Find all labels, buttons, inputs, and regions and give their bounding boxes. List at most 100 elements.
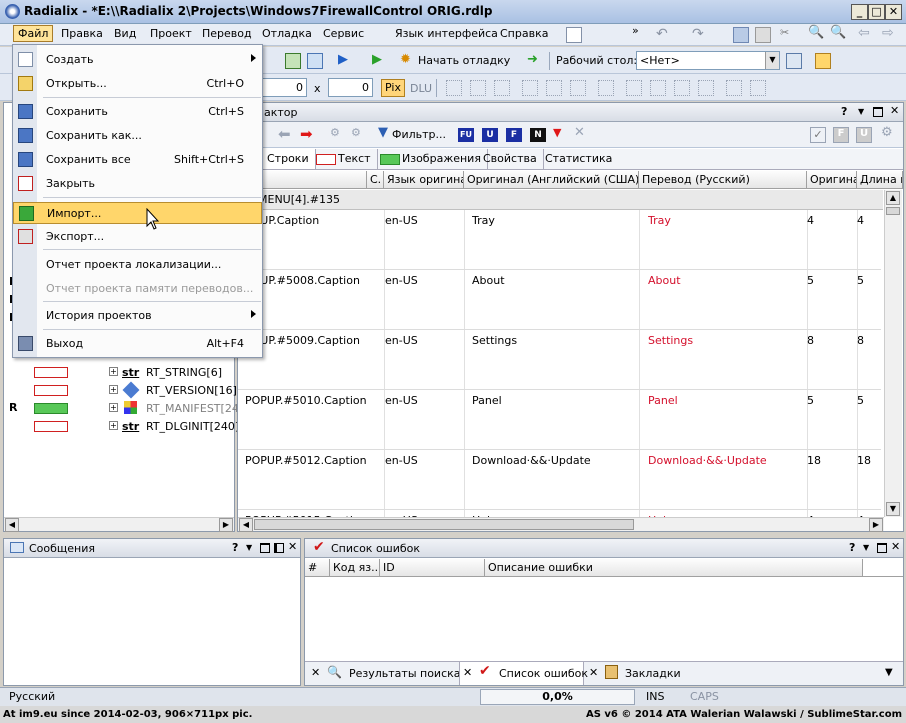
col-number[interactable]: # [305,559,330,576]
col-translation-length[interactable]: Длина п [857,171,903,188]
dlu-toggle[interactable]: DLU [410,82,432,95]
expand-icon[interactable]: + [109,385,118,394]
filter-u-icon[interactable]: U [482,128,498,142]
minimize-button[interactable]: _ [851,4,868,20]
tab-overflow-icon[interactable]: ▼ [885,667,893,678]
align-left-icon[interactable] [446,80,462,96]
settings-gear-icon[interactable]: ⚙ [881,125,893,140]
filter-icon[interactable]: ▼ [378,125,388,140]
scroll-down-icon[interactable]: ▼ [886,502,900,516]
tab-search-results[interactable]: Результаты поиска [349,667,461,680]
tab-error-list[interactable]: Список ошибок [499,667,588,680]
editor-hscrollbar[interactable]: ◀ ▶ [238,517,884,532]
undo-icon[interactable]: ↶ [656,26,668,42]
tab-images[interactable]: Изображения [396,149,488,169]
scroll-right-icon[interactable]: ▶ [869,518,883,532]
vertical-scrollbar[interactable]: ▲ ▼ [884,190,902,517]
menu-item-save[interactable]: Сохранить Ctrl+S [13,101,262,123]
close-button[interactable]: ✕ [885,4,902,20]
close-tab-icon[interactable]: ✕ [589,666,598,679]
table-row[interactable]: POPUP.#5010.Caption en-US Panel Panel 5 5 [238,390,881,450]
tab-statistics[interactable]: Статистика [539,149,618,169]
table-row[interactable]: POPUP.#5015.Captionen-USHelpHelp44 [238,510,881,517]
menu-item-memory-report[interactable]: Отчет проекта памяти переводов... [13,278,262,300]
menu-item-close[interactable]: Закрыть [13,173,262,195]
paste-icon[interactable] [755,27,771,43]
back-arrow-icon[interactable]: ⇦ [858,25,870,41]
window-picker-icon[interactable] [786,53,802,69]
menu-debug[interactable]: Отладка [262,27,312,40]
filter-fu-icon[interactable]: FU [458,128,474,142]
debug-gear-icon[interactable]: ✹ [400,52,411,67]
copy-icon[interactable] [733,27,749,43]
menu-item-import[interactable]: Импорт... [13,202,262,224]
menu-item-create[interactable]: Создать [13,49,262,71]
table-row[interactable]: OPUP.#5008.Caption en-US About About 5 5 [238,270,881,330]
maximize-button[interactable]: □ [868,4,885,20]
redo-icon[interactable]: ↷ [692,26,704,42]
remove-filter-icon[interactable]: ✕ [574,125,585,140]
filter-f-icon[interactable]: F [506,128,522,142]
menu-item-export[interactable]: Экспорт... [13,226,262,248]
scroll-left-icon[interactable]: ◀ [5,518,19,532]
menu-service[interactable]: Сервис [323,27,364,40]
menu-item-save-as[interactable]: Сохранить как... [13,125,262,147]
u-toggle-icon[interactable]: U [856,127,872,143]
group-row[interactable]: MENU[4].#135 [238,190,883,210]
more-chevron-icon[interactable]: » [632,24,639,37]
desktop-select[interactable]: <Нет> [636,51,780,70]
float-icon[interactable] [873,107,883,117]
close-tab-icon[interactable]: ✕ [463,666,472,679]
scroll-left-icon[interactable]: ◀ [239,518,253,532]
chevron-down-icon[interactable]: ▼ [858,107,864,116]
scroll-thumb[interactable] [886,207,900,215]
autosize-icon[interactable] [698,80,714,96]
float-icon[interactable] [260,543,270,553]
close-panel-icon[interactable]: ✕ [890,104,899,117]
menu-project[interactable]: Проект [150,27,192,40]
next-arrow-icon[interactable]: ➡ [300,125,313,143]
col-original[interactable]: Оригинал (Английский (США)) [464,171,639,188]
menu-view[interactable]: Вид [114,27,136,40]
menu-item-localization-report[interactable]: Отчет проекта локализации... [13,254,262,276]
col-error-description[interactable]: Описание ошибки [485,559,863,576]
float-icon[interactable] [877,543,887,553]
expand-icon[interactable]: + [109,421,118,430]
tab-properties[interactable]: Свойства [477,149,544,169]
prev-untranslated-icon[interactable]: ⚙ [330,126,340,139]
tab-text[interactable]: Текст [332,149,378,169]
forward-arrow-icon[interactable]: ⇨ [882,25,894,41]
tools-icon[interactable] [307,53,323,69]
horizontal-scrollbar[interactable]: ◀ ▶ [4,517,234,532]
menu-item-project-history[interactable]: История проектов [13,305,262,327]
dock-icon[interactable] [274,543,284,553]
col-original-length[interactable]: Оригина... [807,171,857,188]
clear-filter-icon[interactable]: ▼ [553,126,561,139]
col-lang-code[interactable]: Код яз... [330,559,380,576]
table-row[interactable]: OPUP.Caption en-US Tray Tray 4 4 [238,210,881,270]
align-top-icon[interactable] [522,80,538,96]
close-panel-icon[interactable]: ✕ [288,540,297,553]
filter-n-icon[interactable]: N [530,128,546,142]
chevron-down-icon[interactable]: ▼ [765,52,779,69]
check-icon[interactable]: ✓ [810,127,826,143]
spacing-icon[interactable] [726,80,742,96]
same-size-icon[interactable] [674,80,690,96]
table-row[interactable]: POPUP.#5012.Caption en-US Download·&&·Upda… [238,450,881,510]
coord-x-input[interactable]: 0 [262,78,307,97]
prev-arrow-icon[interactable]: ⬅ [278,125,291,143]
menu-interface-language[interactable]: Язык интерфейса [395,27,498,40]
new-document-icon[interactable] [566,27,582,43]
find-replace-icon[interactable]: 🔍 [830,25,846,40]
chevron-down-icon[interactable]: ▼ [246,543,252,552]
tree-item-rt-dlginit[interactable]: RT_DLGINIT[240] [146,420,239,433]
coord-y-input[interactable]: 0 [328,78,373,97]
spacing-v-icon[interactable] [750,80,766,96]
expand-icon[interactable]: + [109,403,118,412]
cut-icon[interactable]: ✂ [780,26,789,39]
filter-button[interactable]: Фильтр... [392,128,446,141]
next-untranslated-icon[interactable]: ⚙ [351,126,361,139]
tab-bookmarks[interactable]: Закладки [625,667,681,680]
col-c[interactable]: С. [367,171,384,188]
f-toggle-icon[interactable]: F [833,127,849,143]
